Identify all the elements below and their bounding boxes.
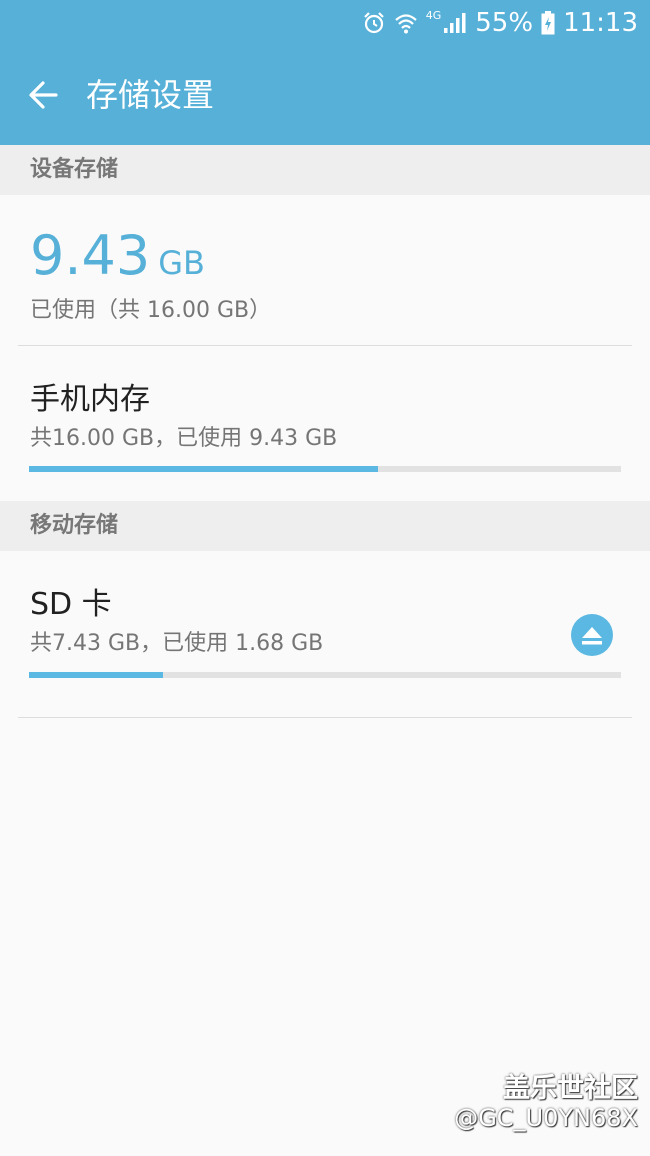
sd-card-title: SD 卡 [30,587,112,622]
divider [18,717,632,718]
back-button[interactable] [24,75,64,115]
sd-card-progress [29,672,621,678]
signal-icon [443,12,467,34]
eject-sd-button[interactable] [571,614,613,656]
battery-percent: 55% [475,7,534,38]
clock: 11:13 [563,7,638,38]
battery-charging-icon [541,10,555,35]
internal-storage-progress [29,466,621,472]
used-storage-value: 9.43 GB [30,224,205,287]
app-bar: 存储设置 [0,45,650,145]
watermark-user: @GC_U0YN68X [454,1104,638,1132]
arrow-left-icon [29,81,58,109]
sd-card-progress-fill [29,672,163,678]
status-bar: 4G 55% 11:13 [0,0,650,45]
eject-icon [582,627,602,645]
watermark-community: 盖乐世社区 [503,1073,638,1104]
status-icons: 4G 55% 11:13 [362,0,638,45]
internal-storage-progress-fill [29,466,378,472]
alarm-icon [362,11,386,35]
wifi-icon [394,12,418,34]
section-header-device-storage: 设备存储 [0,145,650,195]
used-storage-number: 9.43 [30,224,151,287]
network-type-label: 4G [425,9,442,22]
used-storage-unit: GB [158,244,205,282]
internal-storage-title: 手机内存 [30,382,150,417]
section-header-portable-storage: 移动存储 [0,501,650,551]
sd-card-detail: 共7.43 GB，已使用 1.68 GB [30,631,324,656]
page-title: 存储设置 [86,76,215,114]
internal-storage-detail: 共16.00 GB，已使用 9.43 GB [30,426,338,451]
used-storage-caption: 已使用（共 16.00 GB） [30,298,272,323]
sd-card-item[interactable]: SD 卡 共7.43 GB，已使用 1.68 GB [0,551,650,716]
internal-storage-item[interactable]: 手机内存 共16.00 GB，已使用 9.43 GB [0,346,650,500]
